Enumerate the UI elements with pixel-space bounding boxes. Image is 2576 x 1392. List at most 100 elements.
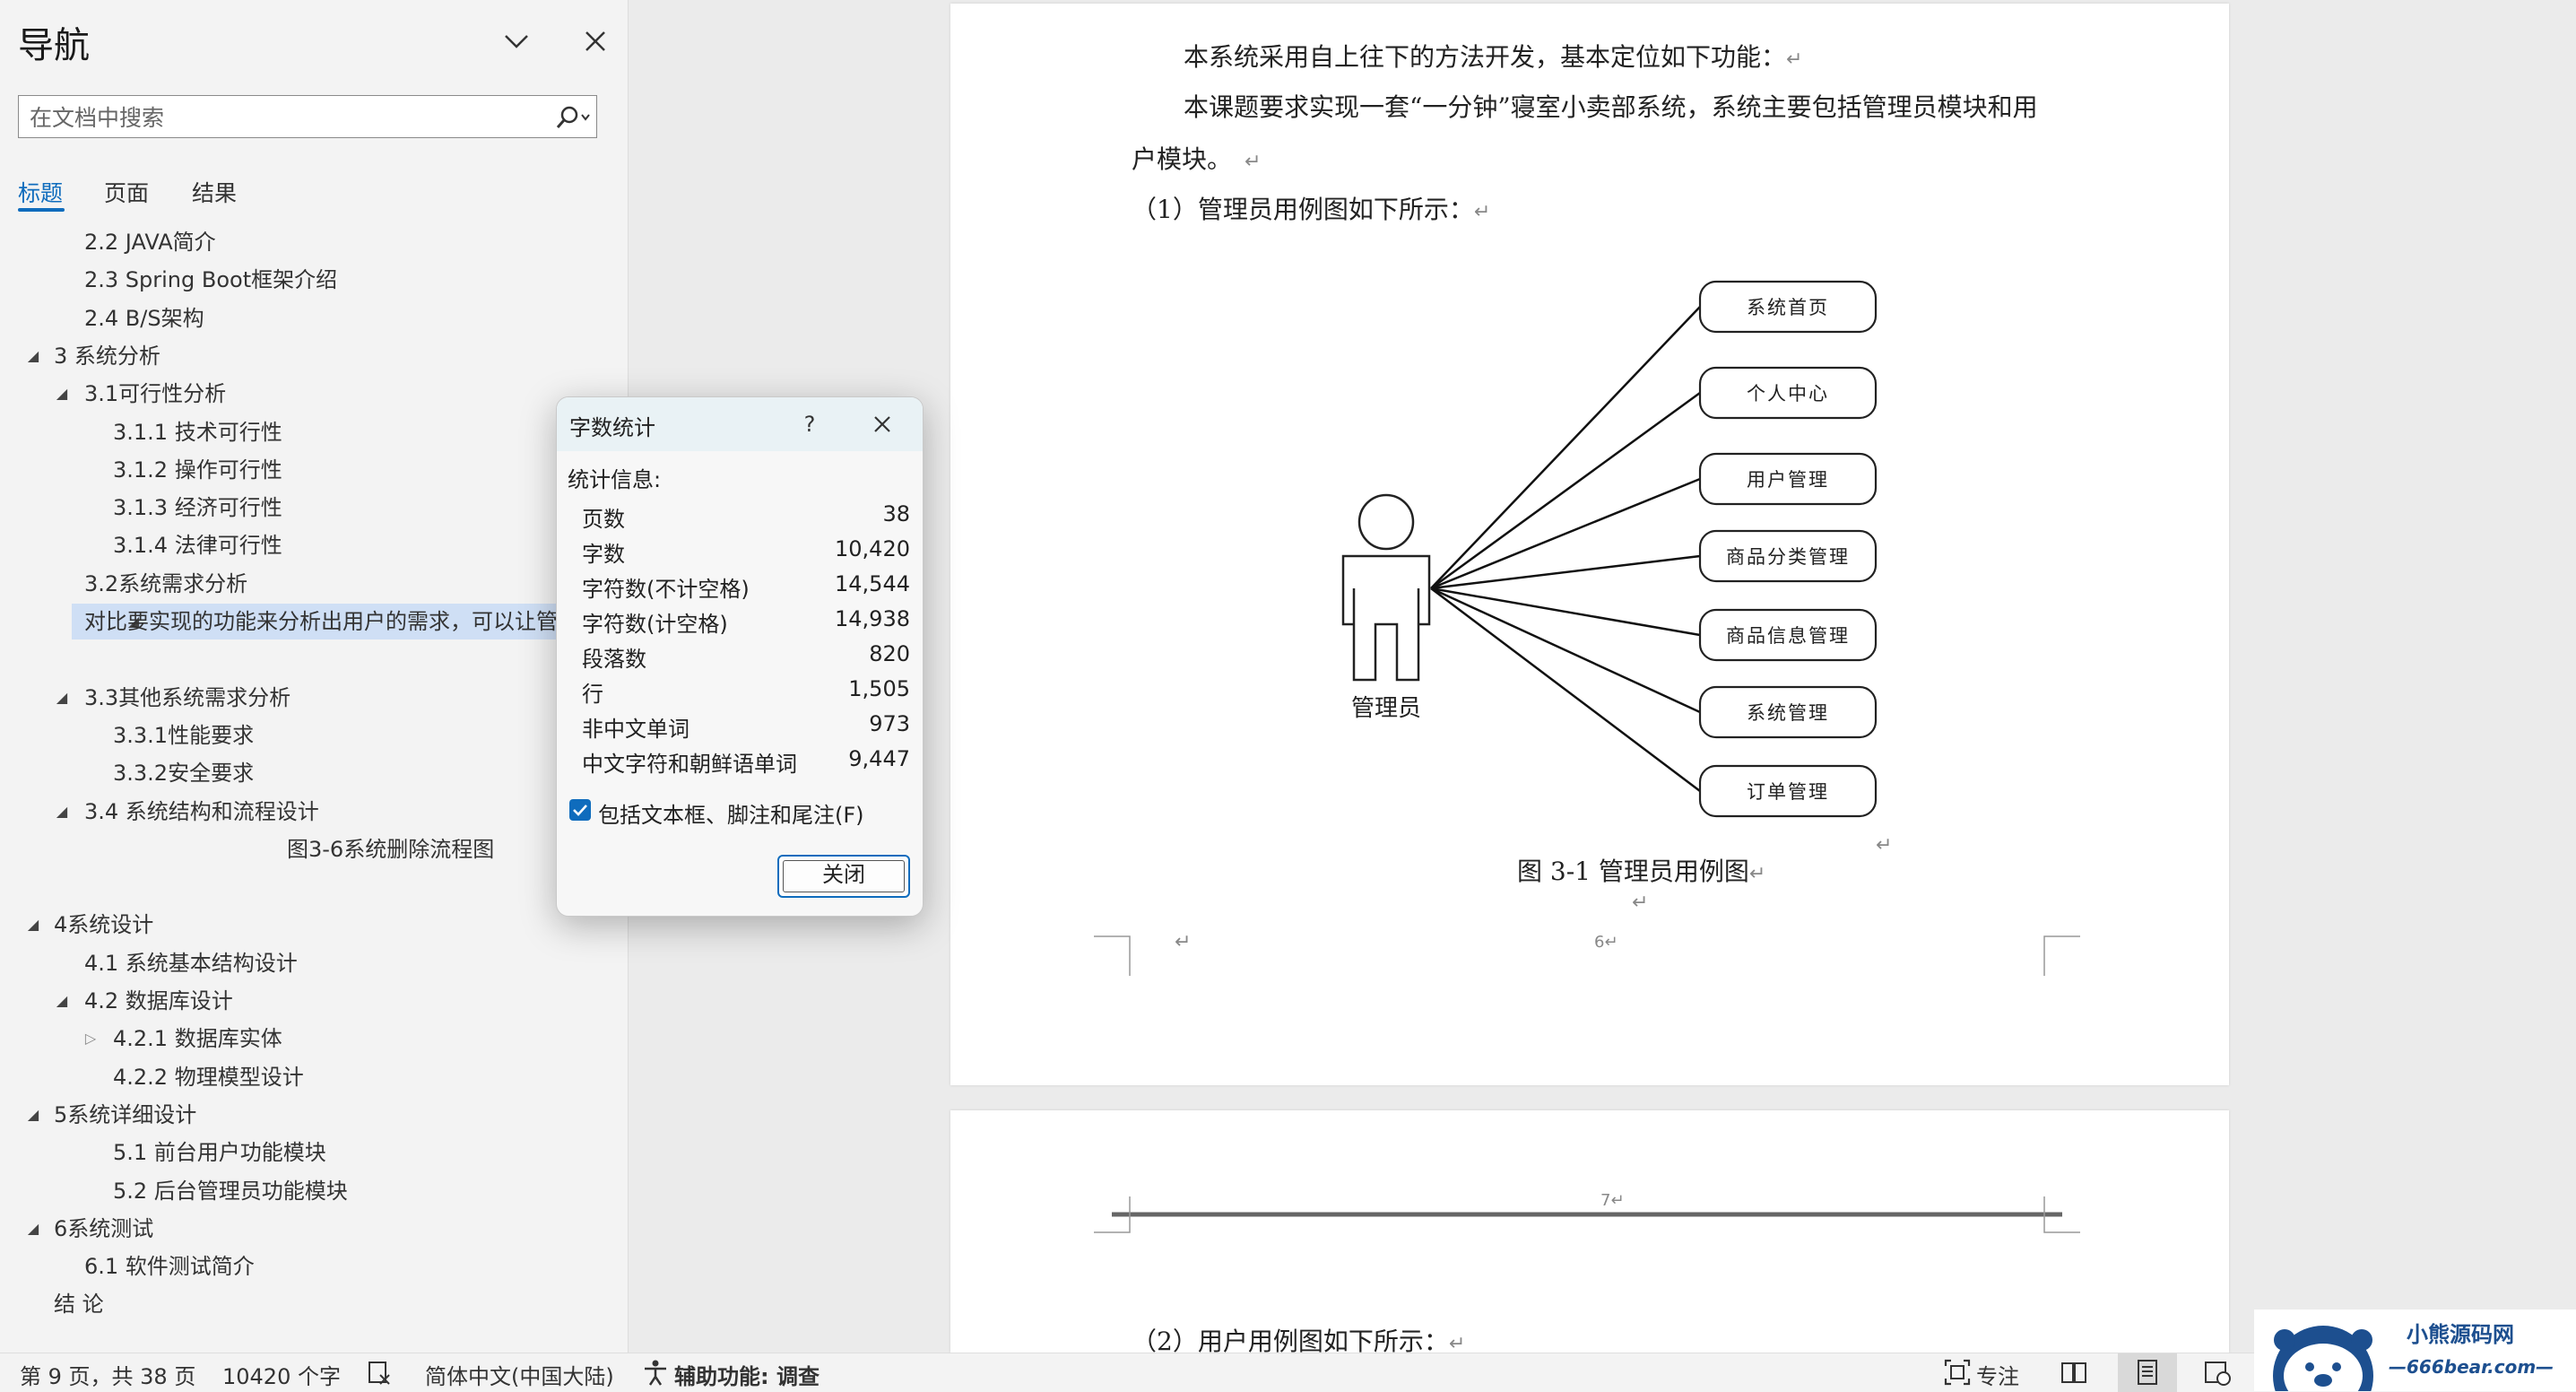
document-page[interactable]: 7↵ （2）用户用例图如下所示：↵	[950, 1110, 2229, 1356]
stat-row: 字符数(不计空格) 14,544	[582, 571, 910, 606]
collapse-caret-icon[interactable]: ◢	[23, 1097, 43, 1133]
print-layout-icon[interactable]	[2132, 1357, 2163, 1388]
heading-item[interactable]: ◢ 3.4 系统结构和流程设计	[0, 794, 592, 830]
search-icon[interactable]	[550, 103, 594, 132]
close-icon[interactable]	[577, 23, 613, 59]
use-case-label: 个人中心	[1747, 383, 1829, 405]
expand-caret-icon[interactable]: ▷	[81, 1021, 100, 1057]
proofing-icon[interactable]	[364, 1357, 395, 1388]
paragraph-mark: ↵	[1175, 931, 1192, 953]
paragraph-mark: ↵	[1632, 892, 1649, 914]
use-case-label: 商品信息管理	[1726, 625, 1850, 647]
heading-item[interactable]: 图3-6系统删除流程图	[0, 831, 592, 867]
association-line	[1430, 587, 1701, 637]
heading-label: 3.2系统需求分析	[84, 570, 248, 596]
close-button[interactable]: 关闭	[777, 855, 910, 898]
heading-label: 6.1 软件测试简介	[84, 1254, 255, 1280]
page-number: 6↵	[1594, 933, 1618, 952]
heading-item[interactable]: ◢ 3 系统分析	[0, 338, 592, 374]
heading-label: 6系统测试	[54, 1215, 154, 1241]
tab-headings[interactable]: 标题	[18, 176, 63, 208]
heading-item[interactable]	[0, 869, 592, 905]
heading-item[interactable]: 5.2 后台管理员功能模块	[0, 1173, 592, 1209]
watermark-title: 小熊源码网	[2407, 1321, 2514, 1347]
association-line	[1430, 306, 1701, 589]
watermark-url: —666bear.com—	[2389, 1356, 2554, 1378]
include-checkbox-label[interactable]: 包括文本框、脚注和尾注(F)	[598, 797, 864, 829]
heading-item[interactable]: 6.1 软件测试简介	[0, 1248, 592, 1284]
read-mode-icon[interactable]	[2059, 1357, 2089, 1388]
stat-value: 14,544	[835, 571, 910, 596]
web-layout-icon[interactable]	[2202, 1357, 2233, 1388]
heading-item[interactable]: 3.2系统需求分析	[0, 566, 592, 602]
heading-item[interactable]: 5.1 前台用户功能模块	[0, 1135, 592, 1170]
doc-paragraph: 本系统采用自上往下的方法开发，基本定位如下功能：↵	[1184, 42, 1803, 72]
heading-item[interactable]: 3.1.3 经济可行性	[0, 490, 592, 526]
collapse-caret-icon[interactable]: ◢	[23, 338, 43, 374]
heading-item[interactable]: ▷ 4.2.1 数据库实体	[0, 1021, 592, 1057]
heading-item[interactable]: 结 论	[0, 1286, 592, 1322]
heading-item[interactable]: 3.1.1 技术可行性	[0, 414, 592, 450]
heading-label: 3.3.1性能要求	[113, 722, 255, 748]
heading-item[interactable]: 2.4 B/S架构	[0, 300, 592, 336]
collapse-caret-icon[interactable]: ◢	[52, 983, 72, 1019]
chevron-down-icon[interactable]	[499, 23, 534, 59]
page-info[interactable]: 第 9 页，共 38 页	[20, 1359, 195, 1390]
stat-value: 9,447	[848, 746, 910, 771]
collapse-caret-icon[interactable]: ◢	[52, 680, 72, 716]
search-box[interactable]	[18, 95, 597, 138]
heading-item[interactable]: ◢ 3.1可行性分析	[0, 376, 592, 412]
help-button[interactable]: ?	[792, 406, 828, 442]
heading-label: 3.1.3 经济可行性	[113, 495, 282, 521]
heading-label: 2.3 Spring Boot框架介绍	[84, 267, 338, 293]
heading-item[interactable]: ◢ 4.2 数据库设计	[0, 983, 592, 1019]
heading-label: 4.2 数据库设计	[84, 988, 233, 1014]
heading-item[interactable]: ◢ 对比要实现的功能来分析出用户的需求，可以让管	[72, 604, 628, 639]
dialog-title: 字数统计	[569, 415, 655, 440]
heading-label: 3.4 系统结构和流程设计	[84, 798, 319, 824]
dialog-titlebar[interactable]: 字数统计 ?	[557, 397, 923, 451]
heading-item[interactable]: 3.3.2安全要求	[0, 755, 592, 791]
stat-row: 行 1,505	[582, 676, 910, 711]
collapse-caret-icon[interactable]: ◢	[52, 376, 72, 412]
focus-label[interactable]: 专注	[1976, 1359, 2019, 1390]
language-indicator[interactable]: 简体中文(中国大陆)	[425, 1359, 614, 1390]
word-count[interactable]: 10420 个字	[222, 1359, 341, 1390]
heading-label: 结 论	[54, 1292, 104, 1318]
heading-item[interactable]: 3.1.2 操作可行性	[0, 452, 592, 488]
close-icon[interactable]	[858, 406, 906, 442]
heading-item[interactable]: ◢ 6系统测试	[0, 1211, 592, 1247]
tab-pages[interactable]: 页面	[104, 176, 149, 208]
accessibility-status[interactable]: 辅助功能: 调查	[674, 1359, 820, 1390]
collapse-caret-icon[interactable]: ◢	[52, 794, 72, 830]
accessibility-icon[interactable]	[640, 1357, 671, 1388]
heading-item[interactable]: ◢ 3.3其他系统需求分析	[0, 680, 592, 716]
heading-label: 3.1.1 技术可行性	[113, 419, 282, 445]
doc-paragraph: 户模块。 ↵	[1132, 144, 1262, 174]
include-checkbox[interactable]	[569, 799, 591, 821]
stat-value: 973	[869, 711, 910, 736]
heading-item[interactable]: 3.3.1性能要求	[0, 718, 592, 753]
heading-item[interactable]: 3.1.4 法律可行性	[0, 527, 592, 563]
use-case-label: 系统首页	[1747, 297, 1829, 318]
heading-item[interactable]: ◢ 4系统设计	[0, 907, 592, 943]
heading-label: 2.2 JAVA简介	[84, 230, 216, 255]
figure-caption: 图 3-1 管理员用例图↵	[1517, 857, 1766, 886]
tab-results[interactable]: 结果	[192, 176, 237, 208]
heading-item[interactable]	[0, 641, 592, 677]
heading-item[interactable]: 2.3 Spring Boot框架介绍	[0, 262, 592, 298]
stat-row: 页数 38	[582, 501, 910, 536]
collapse-caret-icon[interactable]: ◢	[23, 1211, 43, 1247]
nav-title: 导航	[18, 25, 90, 66]
heading-item[interactable]: 4.1 系统基本结构设计	[0, 945, 592, 981]
use-case-label: 系统管理	[1747, 702, 1829, 724]
stat-label: 字数	[582, 542, 625, 567]
heading-item[interactable]: 2.2 JAVA简介	[0, 224, 592, 260]
focus-icon[interactable]	[1942, 1357, 1973, 1388]
heading-item[interactable]: 4.2.2 物理模型设计	[0, 1059, 592, 1095]
search-input[interactable]	[28, 101, 551, 134]
association-line	[1430, 391, 1701, 590]
heading-item[interactable]: ◢ 5系统详细设计	[0, 1097, 592, 1133]
collapse-caret-icon[interactable]: ◢	[23, 907, 43, 943]
association-line	[1430, 587, 1701, 714]
